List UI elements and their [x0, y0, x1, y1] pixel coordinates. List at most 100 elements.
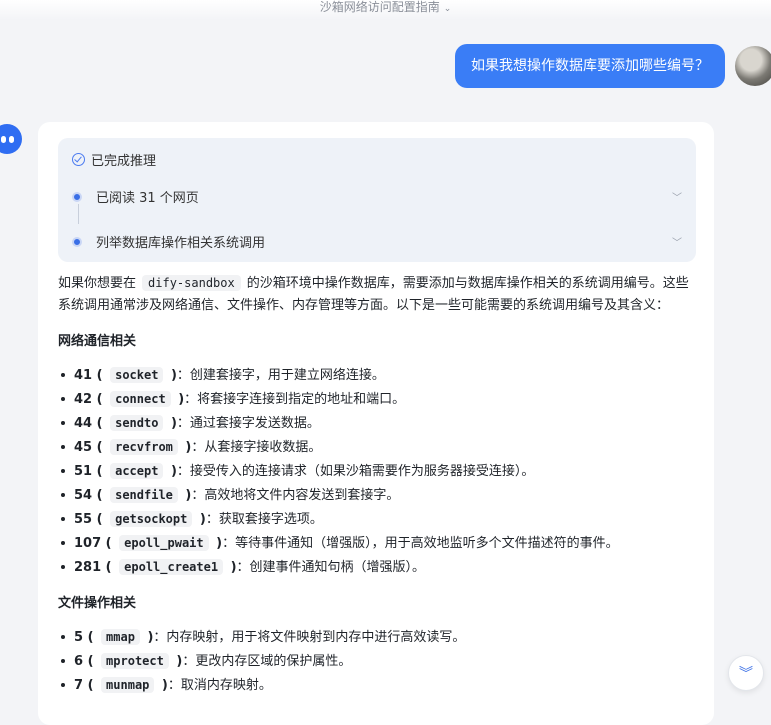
syscall-list: 5 ( mmap )：内存映射，用于将文件映射到内存中进行高效读写。 6 ( mp…: [58, 625, 698, 697]
syscall-description: ：等待事件通知（增强版），用于高效地监听多个文件描述符的事件。: [222, 536, 619, 551]
syscall-number: 54: [74, 488, 93, 503]
syscall-list-item: 44 ( sendto )：通过套接字发送数据。: [58, 411, 698, 435]
syscall-name: munmap: [101, 677, 155, 693]
syscall-name: mmap: [101, 629, 140, 645]
reasoning-header[interactable]: 已完成推理: [72, 150, 156, 169]
paren: ): [226, 560, 237, 575]
chevron-down-icon: ﹀: [672, 238, 682, 249]
syscall-list-item: 5 ( mmap )：内存映射，用于将文件映射到内存中进行高效读写。: [58, 625, 698, 649]
syscall-list-item: 6 ( mprotect )：更改内存区域的保护属性。: [58, 649, 698, 673]
paren: ): [195, 512, 206, 527]
paren: ): [211, 536, 223, 551]
syscall-number: 5: [74, 630, 84, 645]
paren: (: [92, 368, 108, 383]
paren: ): [166, 464, 177, 479]
syscall-list-item: 45 ( recvfrom )：从套接字接收数据。: [58, 435, 698, 459]
syscall-description: ：将套接字连接到指定的地址和端口。: [184, 392, 406, 407]
syscall-number: 281: [74, 560, 102, 575]
paren: (: [92, 488, 108, 503]
syscall-number: 42: [74, 392, 93, 407]
syscall-description: ：内存映射，用于将文件映射到内存中进行高效读写。: [153, 630, 466, 645]
paren: (: [83, 630, 99, 645]
assistant-avatar-icon: [0, 124, 22, 154]
check-circle-icon: [72, 153, 85, 166]
syscall-name: sendfile: [110, 487, 178, 503]
paren: ): [142, 630, 154, 645]
paren: ): [157, 678, 168, 693]
syscall-description: ：更改内存区域的保护属性。: [182, 654, 352, 669]
paren: (: [92, 440, 108, 455]
chevron-down-icon: ﹀: [672, 193, 682, 204]
step-connector: [78, 204, 79, 224]
assistant-eye-right: [8, 135, 14, 143]
reasoning-panel: 已完成推理 已阅读 31 个网页 ﹀ 列举数据库操作相关系统调用 ﹀: [58, 138, 696, 262]
syscall-name: getsockopt: [110, 511, 193, 527]
intro-text: 如果你想要在: [58, 276, 137, 291]
syscall-number: 45: [74, 440, 93, 455]
section-heading: 网络通信相关: [58, 334, 137, 349]
paren: ): [171, 654, 183, 669]
syscall-description: ：接受传入的连接请求（如果沙箱需要作为服务器接受连接）。: [176, 464, 535, 479]
syscall-number: 51: [74, 464, 93, 479]
syscall-number: 7: [74, 678, 84, 693]
paren: ): [166, 368, 177, 383]
syscall-number: 44: [74, 416, 93, 431]
syscall-description: ：创建事件通知句柄（增强版）。: [236, 560, 426, 575]
paren: ): [166, 416, 177, 431]
chevron-down-icon: ⌄: [443, 4, 452, 14]
syscall-description: ：通过套接字发送数据。: [176, 416, 320, 431]
conversation-title[interactable]: 沙箱网络访问配置指南 ⌄: [320, 0, 452, 16]
syscall-description: ：从套接字接收数据。: [191, 440, 322, 455]
syscall-name: sendto: [110, 415, 164, 431]
syscall-number: 6: [74, 654, 84, 669]
paren: (: [83, 678, 99, 693]
answer-content: 如果你想要在 dify-sandbox 的沙箱环境中操作数据库，需要添加与数据库操作…: [58, 272, 698, 697]
reasoning-step[interactable]: 已阅读 31 个网页 ﹀: [72, 187, 682, 206]
section-heading: 文件操作相关: [58, 596, 137, 611]
paren: ): [180, 440, 192, 455]
syscall-number: 41: [74, 368, 93, 383]
double-chevron-down-icon: ︾: [739, 666, 753, 682]
paren: ): [180, 488, 192, 503]
assistant-eye-left: [0, 135, 6, 143]
syscall-list-item: 107 ( epoll_pwait )：等待事件通知（增强版），用于高效地监听多…: [58, 531, 698, 555]
syscall-list-item: 41 ( socket )：创建套接字，用于建立网络连接。: [58, 363, 698, 387]
paren: (: [83, 654, 99, 669]
assistant-message-card: 已完成推理 已阅读 31 个网页 ﹀ 列举数据库操作相关系统调用 ﹀ 如果你想要…: [38, 122, 714, 725]
syscall-description: ：创建套接字，用于建立网络连接。: [176, 368, 385, 383]
syscall-name: epoll_pwait: [119, 535, 209, 551]
step-dot-icon: [72, 191, 82, 202]
user-message-row: 如果我想操作数据库要添加哪些编号？: [455, 44, 771, 88]
syscall-description: ：获取套接字选项。: [205, 512, 323, 527]
syscall-name: socket: [110, 367, 164, 383]
step-dot-icon: [72, 236, 82, 247]
syscall-name: connect: [110, 391, 171, 407]
syscall-name: epoll_create1: [119, 559, 224, 575]
paren: (: [92, 416, 108, 431]
reasoning-step-label: 已阅读 31 个网页: [96, 191, 199, 206]
syscall-list-item: 51 ( accept )：接受传入的连接请求（如果沙箱需要作为服务器接受连接）…: [58, 459, 698, 483]
answer-sections: 网络通信相关 41 ( socket )：创建套接字，用于建立网络连接。 42 ( …: [58, 331, 698, 697]
answer-intro: 如果你想要在 dify-sandbox 的沙箱环境中操作数据库，需要添加与数据库操作…: [58, 272, 690, 317]
syscall-name: recvfrom: [110, 439, 178, 455]
syscall-number: 107: [74, 536, 102, 551]
reasoning-step-label: 列举数据库操作相关系统调用: [96, 236, 266, 251]
conversation-title-bar[interactable]: 沙箱网络访问配置指南 ⌄: [0, 0, 771, 20]
user-avatar[interactable]: [735, 46, 771, 86]
syscall-number: 55: [74, 512, 93, 527]
syscall-name: mprotect: [101, 653, 169, 669]
paren: (: [92, 392, 108, 407]
paren: (: [92, 464, 108, 479]
inline-code: dify-sandbox: [142, 275, 241, 291]
syscall-list-item: 42 ( connect )：将套接字连接到指定的地址和端口。: [58, 387, 698, 411]
syscall-list: 41 ( socket )：创建套接字，用于建立网络连接。 42 ( connec…: [58, 363, 698, 579]
syscall-description: ：取消内存映射。: [167, 678, 272, 693]
syscall-list-item: 54 ( sendfile )：高效地将文件内容发送到套接字。: [58, 483, 698, 507]
user-message-bubble: 如果我想操作数据库要添加哪些编号？: [455, 44, 725, 88]
reasoning-status: 已完成推理: [91, 154, 157, 169]
syscall-list-item: 7 ( munmap )：取消内存映射。: [58, 673, 698, 697]
syscall-description: ：高效地将文件内容发送到套接字。: [191, 488, 400, 503]
scroll-to-bottom-button[interactable]: ︾: [728, 655, 764, 691]
reasoning-step[interactable]: 列举数据库操作相关系统调用 ﹀: [72, 232, 682, 251]
syscall-list-item: 55 ( getsockopt )：获取套接字选项。: [58, 507, 698, 531]
